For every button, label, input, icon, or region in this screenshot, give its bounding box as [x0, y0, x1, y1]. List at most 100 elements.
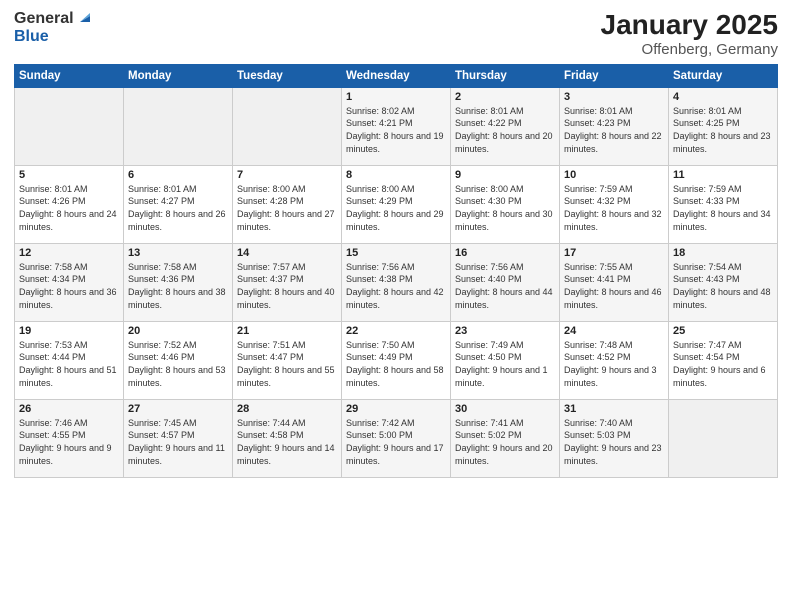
page-container: General Blue January 2025 Offenberg, Ger…: [0, 0, 792, 484]
calendar-day-cell: 28 Sunrise: 7:44 AMSunset: 4:58 PMDaylig…: [233, 399, 342, 477]
day-number: 31: [564, 403, 664, 415]
calendar-day-cell: 10 Sunrise: 7:59 AMSunset: 4:32 PMDaylig…: [560, 165, 669, 243]
day-info: Sunrise: 7:42 AMSunset: 5:00 PMDaylight:…: [346, 418, 444, 466]
day-info: Sunrise: 8:01 AMSunset: 4:26 PMDaylight:…: [19, 184, 117, 232]
day-number: 20: [128, 325, 228, 337]
day-info: Sunrise: 8:01 AMSunset: 4:25 PMDaylight:…: [673, 106, 771, 154]
calendar-day-cell: 19 Sunrise: 7:53 AMSunset: 4:44 PMDaylig…: [15, 321, 124, 399]
calendar-week-row: 5 Sunrise: 8:01 AMSunset: 4:26 PMDayligh…: [15, 165, 778, 243]
day-number: 28: [237, 403, 337, 415]
day-info: Sunrise: 7:53 AMSunset: 4:44 PMDaylight:…: [19, 340, 117, 388]
calendar-day-cell: 20 Sunrise: 7:52 AMSunset: 4:46 PMDaylig…: [124, 321, 233, 399]
day-number: 1: [346, 91, 446, 103]
day-number: 7: [237, 169, 337, 181]
calendar-day-cell: 21 Sunrise: 7:51 AMSunset: 4:47 PMDaylig…: [233, 321, 342, 399]
calendar-day-cell: [233, 87, 342, 165]
calendar-day-cell: 11 Sunrise: 7:59 AMSunset: 4:33 PMDaylig…: [669, 165, 778, 243]
logo-icon: [76, 10, 92, 26]
calendar-day-cell: 26 Sunrise: 7:46 AMSunset: 4:55 PMDaylig…: [15, 399, 124, 477]
day-number: 14: [237, 247, 337, 259]
day-number: 16: [455, 247, 555, 259]
day-number: 19: [19, 325, 119, 337]
day-number: 18: [673, 247, 773, 259]
day-info: Sunrise: 7:47 AMSunset: 4:54 PMDaylight:…: [673, 340, 766, 388]
calendar-day-cell: 9 Sunrise: 8:00 AMSunset: 4:30 PMDayligh…: [451, 165, 560, 243]
calendar-day-cell: [669, 399, 778, 477]
day-info: Sunrise: 7:40 AMSunset: 5:03 PMDaylight:…: [564, 418, 662, 466]
day-number: 10: [564, 169, 664, 181]
logo-general-text: General: [14, 10, 74, 28]
calendar-day-cell: 23 Sunrise: 7:49 AMSunset: 4:50 PMDaylig…: [451, 321, 560, 399]
calendar-day-cell: 6 Sunrise: 8:01 AMSunset: 4:27 PMDayligh…: [124, 165, 233, 243]
calendar-day-cell: 5 Sunrise: 8:01 AMSunset: 4:26 PMDayligh…: [15, 165, 124, 243]
weekday-header: Tuesday: [233, 64, 342, 87]
day-number: 13: [128, 247, 228, 259]
day-number: 24: [564, 325, 664, 337]
calendar-day-cell: 31 Sunrise: 7:40 AMSunset: 5:03 PMDaylig…: [560, 399, 669, 477]
calendar-day-cell: 17 Sunrise: 7:55 AMSunset: 4:41 PMDaylig…: [560, 243, 669, 321]
calendar-day-cell: 12 Sunrise: 7:58 AMSunset: 4:34 PMDaylig…: [15, 243, 124, 321]
day-number: 27: [128, 403, 228, 415]
logo-blue-text: Blue: [14, 28, 49, 45]
day-number: 23: [455, 325, 555, 337]
calendar-day-cell: 14 Sunrise: 7:57 AMSunset: 4:37 PMDaylig…: [233, 243, 342, 321]
calendar-day-cell: 7 Sunrise: 8:00 AMSunset: 4:28 PMDayligh…: [233, 165, 342, 243]
calendar-day-cell: 2 Sunrise: 8:01 AMSunset: 4:22 PMDayligh…: [451, 87, 560, 165]
calendar-day-cell: 30 Sunrise: 7:41 AMSunset: 5:02 PMDaylig…: [451, 399, 560, 477]
day-info: Sunrise: 7:52 AMSunset: 4:46 PMDaylight:…: [128, 340, 226, 388]
weekday-header-row: SundayMondayTuesdayWednesdayThursdayFrid…: [15, 64, 778, 87]
day-number: 15: [346, 247, 446, 259]
calendar-day-cell: 18 Sunrise: 7:54 AMSunset: 4:43 PMDaylig…: [669, 243, 778, 321]
day-info: Sunrise: 8:00 AMSunset: 4:29 PMDaylight:…: [346, 184, 444, 232]
day-number: 11: [673, 169, 773, 181]
weekday-header: Wednesday: [342, 64, 451, 87]
calendar-day-cell: 16 Sunrise: 7:56 AMSunset: 4:40 PMDaylig…: [451, 243, 560, 321]
day-number: 21: [237, 325, 337, 337]
day-number: 26: [19, 403, 119, 415]
day-number: 4: [673, 91, 773, 103]
day-info: Sunrise: 7:46 AMSunset: 4:55 PMDaylight:…: [19, 418, 112, 466]
day-info: Sunrise: 7:49 AMSunset: 4:50 PMDaylight:…: [455, 340, 548, 388]
day-info: Sunrise: 7:48 AMSunset: 4:52 PMDaylight:…: [564, 340, 657, 388]
day-info: Sunrise: 7:44 AMSunset: 4:58 PMDaylight:…: [237, 418, 335, 466]
day-info: Sunrise: 7:54 AMSunset: 4:43 PMDaylight:…: [673, 262, 771, 310]
calendar-day-cell: [124, 87, 233, 165]
header: General Blue January 2025 Offenberg, Ger…: [14, 10, 778, 58]
calendar-week-row: 1 Sunrise: 8:02 AMSunset: 4:21 PMDayligh…: [15, 87, 778, 165]
calendar-day-cell: 27 Sunrise: 7:45 AMSunset: 4:57 PMDaylig…: [124, 399, 233, 477]
weekday-header: Thursday: [451, 64, 560, 87]
day-info: Sunrise: 8:01 AMSunset: 4:27 PMDaylight:…: [128, 184, 226, 232]
day-number: 6: [128, 169, 228, 181]
day-number: 9: [455, 169, 555, 181]
day-number: 29: [346, 403, 446, 415]
day-number: 2: [455, 91, 555, 103]
day-number: 3: [564, 91, 664, 103]
day-info: Sunrise: 7:56 AMSunset: 4:40 PMDaylight:…: [455, 262, 553, 310]
day-info: Sunrise: 7:51 AMSunset: 4:47 PMDaylight:…: [237, 340, 335, 388]
day-info: Sunrise: 8:01 AMSunset: 4:22 PMDaylight:…: [455, 106, 553, 154]
day-info: Sunrise: 8:00 AMSunset: 4:30 PMDaylight:…: [455, 184, 553, 232]
day-number: 17: [564, 247, 664, 259]
weekday-header: Saturday: [669, 64, 778, 87]
day-info: Sunrise: 7:56 AMSunset: 4:38 PMDaylight:…: [346, 262, 444, 310]
calendar-week-row: 12 Sunrise: 7:58 AMSunset: 4:34 PMDaylig…: [15, 243, 778, 321]
day-number: 8: [346, 169, 446, 181]
day-info: Sunrise: 7:59 AMSunset: 4:32 PMDaylight:…: [564, 184, 662, 232]
day-info: Sunrise: 8:01 AMSunset: 4:23 PMDaylight:…: [564, 106, 662, 154]
day-info: Sunrise: 7:45 AMSunset: 4:57 PMDaylight:…: [128, 418, 225, 466]
calendar-day-cell: 22 Sunrise: 7:50 AMSunset: 4:49 PMDaylig…: [342, 321, 451, 399]
calendar-day-cell: 4 Sunrise: 8:01 AMSunset: 4:25 PMDayligh…: [669, 87, 778, 165]
calendar-day-cell: 3 Sunrise: 8:01 AMSunset: 4:23 PMDayligh…: [560, 87, 669, 165]
weekday-header: Monday: [124, 64, 233, 87]
calendar-day-cell: [15, 87, 124, 165]
page-title: January 2025: [601, 10, 778, 41]
logo: General Blue: [14, 10, 92, 46]
calendar-week-row: 26 Sunrise: 7:46 AMSunset: 4:55 PMDaylig…: [15, 399, 778, 477]
calendar-day-cell: 24 Sunrise: 7:48 AMSunset: 4:52 PMDaylig…: [560, 321, 669, 399]
day-info: Sunrise: 7:55 AMSunset: 4:41 PMDaylight:…: [564, 262, 662, 310]
calendar-day-cell: 1 Sunrise: 8:02 AMSunset: 4:21 PMDayligh…: [342, 87, 451, 165]
calendar-day-cell: 25 Sunrise: 7:47 AMSunset: 4:54 PMDaylig…: [669, 321, 778, 399]
day-number: 12: [19, 247, 119, 259]
calendar-day-cell: 29 Sunrise: 7:42 AMSunset: 5:00 PMDaylig…: [342, 399, 451, 477]
day-number: 25: [673, 325, 773, 337]
